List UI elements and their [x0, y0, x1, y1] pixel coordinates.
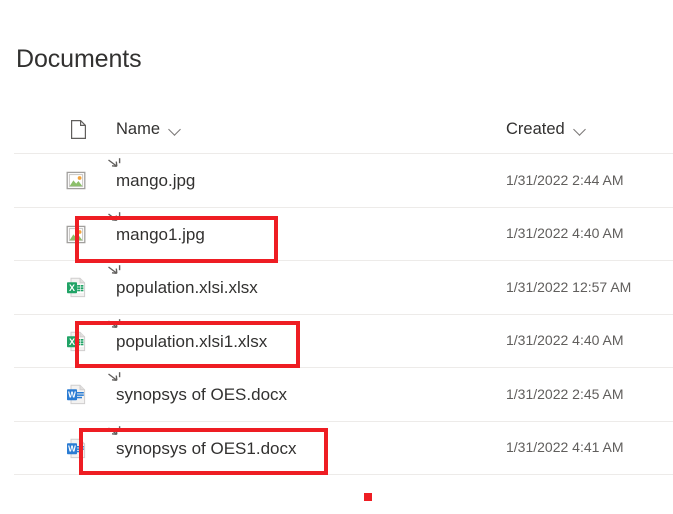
created-timestamp: 1/31/2022 4:40 AM	[506, 225, 624, 242]
created-cell: 1/31/2022 2:44 AM	[488, 172, 673, 190]
column-header-created[interactable]: Created	[488, 120, 673, 139]
created-cell: 1/31/2022 12:57 AM	[488, 279, 673, 297]
file-icon-cell: W	[0, 384, 90, 405]
svg-text:X: X	[69, 283, 75, 293]
file-name-cell[interactable]: mango1.jpg	[90, 211, 488, 244]
chevron-down-icon[interactable]	[169, 123, 182, 136]
created-cell: 1/31/2022 4:41 AM	[488, 439, 673, 457]
table-row[interactable]: Wsynopsys of OES1.docx 1/31/2022 4:41 AM	[0, 422, 673, 475]
file-icon-cell: W	[0, 438, 90, 459]
excel-file-icon: X	[66, 331, 86, 352]
file-name-cell[interactable]: population.xlsi1.xlsx	[90, 318, 488, 351]
column-header-created-label: Created	[506, 119, 565, 138]
file-name-cell[interactable]: mango.jpg	[90, 158, 488, 191]
file-name-label: synopsys of OES1.docx	[116, 438, 297, 458]
created-cell: 1/31/2022 4:40 AM	[488, 332, 673, 350]
table-row[interactable]: Xpopulation.xlsi.xlsx 1/31/2022 12:57 AM	[0, 261, 673, 315]
created-cell: 1/31/2022 4:40 AM	[488, 225, 673, 243]
file-name-label: synopsys of OES.docx	[116, 385, 288, 405]
svg-text:W: W	[68, 444, 76, 453]
file-icon-cell: X	[0, 277, 90, 298]
row-divider	[14, 474, 673, 475]
file-name-label: population.xlsi1.xlsx	[116, 331, 268, 351]
table-row[interactable]: mango1.jpg 1/31/2022 4:40 AM	[0, 208, 673, 261]
file-type-icon	[71, 119, 86, 139]
file-name-label: population.xlsi.xlsx	[116, 278, 258, 298]
column-header-name-label: Name	[116, 119, 161, 138]
excel-file-icon: X	[66, 277, 86, 298]
file-icon-cell: X	[0, 331, 90, 352]
file-name-cell[interactable]: synopsys of OES1.docx	[90, 425, 488, 458]
file-icon-cell	[0, 224, 90, 245]
created-timestamp: 1/31/2022 12:57 AM	[506, 278, 632, 295]
svg-text:W: W	[68, 391, 76, 400]
created-timestamp: 1/31/2022 4:40 AM	[506, 332, 624, 349]
file-name-cell[interactable]: synopsys of OES.docx	[90, 372, 488, 405]
page-title: Documents	[16, 45, 142, 73]
table-header-row: Name Created	[0, 104, 673, 154]
red-marker-dot	[364, 493, 372, 501]
created-timestamp: 1/31/2022 2:45 AM	[506, 385, 624, 402]
word-file-icon: W	[66, 384, 86, 405]
created-cell: 1/31/2022 2:45 AM	[488, 386, 673, 404]
document-library-table: Name Created mango.jpg 1/31/2022 2:44 AM m…	[0, 104, 673, 475]
file-name-label: mango.jpg	[116, 171, 196, 191]
created-timestamp: 1/31/2022 2:44 AM	[506, 171, 624, 188]
column-header-file-type[interactable]	[0, 119, 90, 139]
image-file-icon	[66, 224, 86, 245]
file-name-label: mango1.jpg	[116, 224, 205, 244]
file-name-cell[interactable]: population.xlsi.xlsx	[90, 265, 488, 298]
file-icon-cell	[0, 170, 90, 191]
svg-text:X: X	[69, 337, 75, 347]
column-header-name[interactable]: Name	[90, 120, 488, 139]
table-row[interactable]: mango.jpg 1/31/2022 2:44 AM	[0, 154, 673, 208]
word-file-icon: W	[66, 438, 86, 459]
chevron-down-icon[interactable]	[574, 123, 587, 136]
table-row[interactable]: Wsynopsys of OES.docx 1/31/2022 2:45 AM	[0, 368, 673, 422]
created-timestamp: 1/31/2022 4:41 AM	[506, 439, 624, 456]
table-row[interactable]: Xpopulation.xlsi1.xlsx 1/31/2022 4:40 AM	[0, 315, 673, 368]
image-file-icon	[66, 170, 86, 191]
